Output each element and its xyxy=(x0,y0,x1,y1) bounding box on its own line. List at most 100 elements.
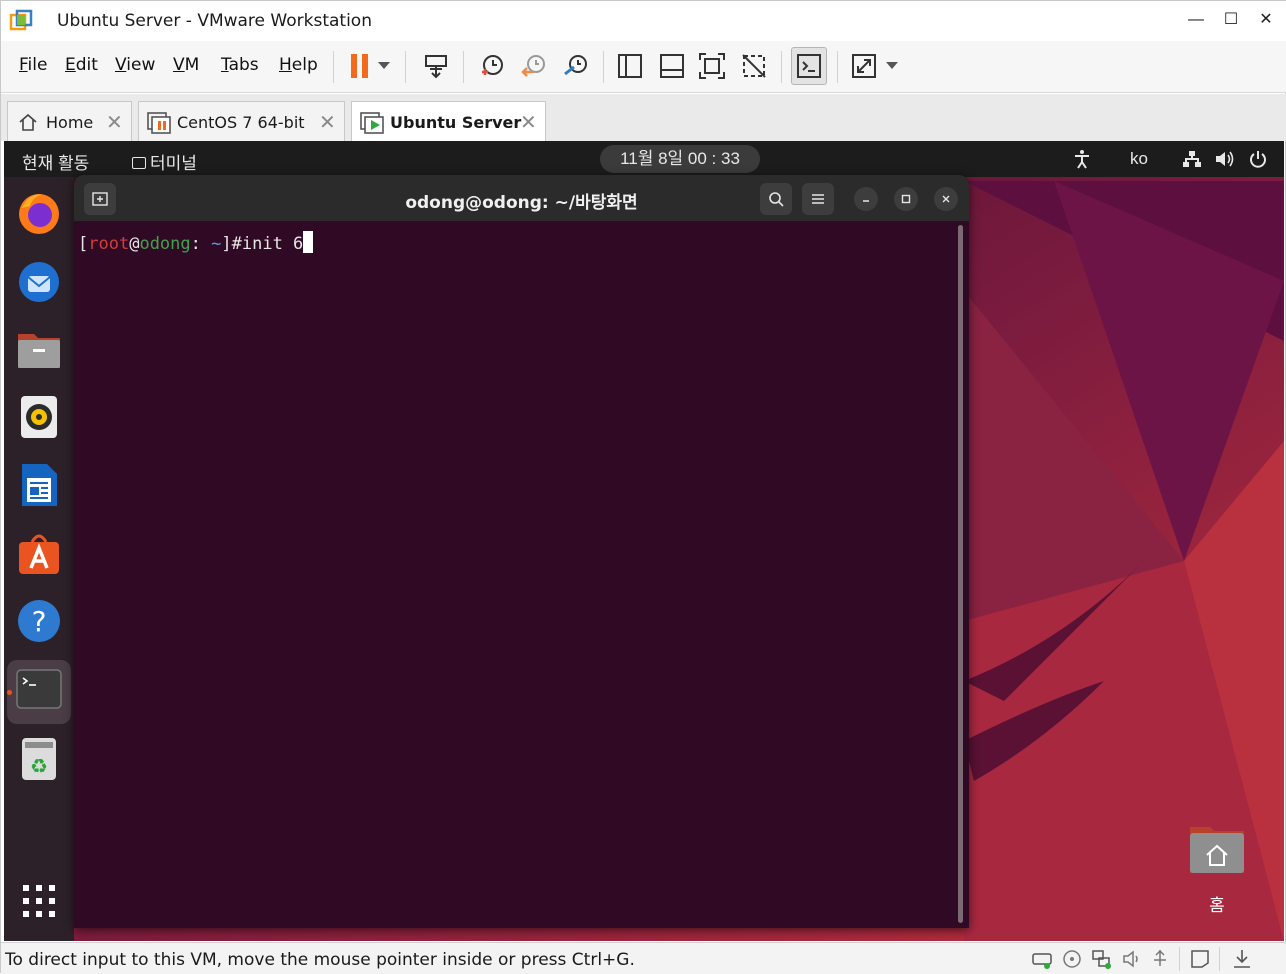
gnome-top-bar: 현재 활동 터미널 11월 8일 00 : 33 ko xyxy=(4,141,1284,177)
snapshot-manager-button[interactable] xyxy=(559,49,593,83)
terminal-output[interactable]: [root@odong: ~]#init 6 xyxy=(78,231,314,254)
files-folder-icon xyxy=(18,334,60,368)
toolbar-separator xyxy=(837,51,838,83)
firefox-icon xyxy=(19,194,59,234)
tab-close-icon[interactable]: ✕ xyxy=(106,110,123,135)
toolbar-separator xyxy=(463,51,464,83)
accessibility-icon[interactable] xyxy=(1072,149,1092,169)
desktop-home-label: 홈 xyxy=(1209,896,1225,915)
app-menu-terminal[interactable]: 터미널 xyxy=(132,149,197,174)
menu-edit[interactable]: Edit xyxy=(65,55,98,75)
terminal-window[interactable]: odong@odong: ~/바탕화면 [root@odong: ~]#init… xyxy=(74,175,969,928)
dock-thunderbird[interactable] xyxy=(15,257,63,305)
close-window-button[interactable]: ✕ xyxy=(1251,7,1281,33)
vm-paused-icon xyxy=(147,112,171,134)
desktop-home-folder[interactable]: 홈 xyxy=(1186,823,1248,915)
maximize-button[interactable]: ☐ xyxy=(1216,7,1246,33)
show-thumbnail-bar-button[interactable] xyxy=(655,49,689,83)
home-icon xyxy=(19,113,37,131)
tab-close-icon[interactable]: ✕ xyxy=(520,110,537,135)
dock-files[interactable] xyxy=(15,325,63,373)
console-view-button[interactable] xyxy=(791,47,827,85)
rhythmbox-speaker-icon xyxy=(21,396,57,438)
revert-snapshot-button[interactable] xyxy=(517,49,551,83)
dock-app-center[interactable] xyxy=(15,529,63,577)
status-separator xyxy=(1179,947,1180,971)
ubuntu-dock: ? ♻ xyxy=(4,177,74,941)
send-ctrl-alt-del-button[interactable] xyxy=(419,49,453,83)
prompt-user: root xyxy=(88,234,130,254)
maximize-icon xyxy=(901,194,911,204)
bottom-panel-layout-icon xyxy=(660,54,684,78)
title-bar: Ubuntu Server - VMware Workstation — ☐ ✕ xyxy=(1,1,1286,41)
menu-tabs[interactable]: Tabs xyxy=(221,55,259,75)
vm-guest-screen[interactable]: 현재 활동 터미널 11월 8일 00 : 33 ko ? ♻ odong@od… xyxy=(4,141,1284,941)
prompt-end: ]# xyxy=(221,234,242,254)
vm-running-icon xyxy=(360,112,384,134)
message-log-icon[interactable] xyxy=(1189,948,1211,970)
terminal-menu-button[interactable] xyxy=(802,183,834,215)
hamburger-menu-icon xyxy=(812,194,824,204)
vmware-logo-icon xyxy=(9,9,33,31)
prompt-separator: : xyxy=(190,234,212,254)
terminal-maximize-button[interactable] xyxy=(894,187,918,211)
menu-view[interactable]: View xyxy=(115,55,155,75)
activities-button[interactable]: 현재 활동 xyxy=(22,149,89,174)
app-grid-icon xyxy=(23,885,55,917)
full-screen-button[interactable] xyxy=(695,49,729,83)
sound-card-icon[interactable] xyxy=(1121,948,1143,970)
minimize-button[interactable]: — xyxy=(1181,7,1211,33)
clock-button[interactable]: 11월 8일 00 : 33 xyxy=(600,145,760,173)
menu-file[interactable]: File xyxy=(19,55,47,75)
terminal-close-button[interactable] xyxy=(934,187,958,211)
take-snapshot-button[interactable] xyxy=(475,49,509,83)
download-icon[interactable] xyxy=(1231,948,1253,970)
status-separator xyxy=(1219,947,1220,971)
power-dropdown-button[interactable] xyxy=(373,49,395,83)
terminal-title: odong@odong: ~/바탕화면 xyxy=(405,193,638,213)
stretch-guest-button[interactable] xyxy=(847,49,881,83)
thunderbird-icon xyxy=(19,262,59,302)
dock-terminal[interactable] xyxy=(15,665,63,713)
power-icon[interactable] xyxy=(1248,149,1268,169)
dock-firefox[interactable] xyxy=(15,189,63,237)
tab-centos[interactable]: CentOS 7 64-bit ✕ xyxy=(138,101,345,141)
tab-ubuntu-server[interactable]: Ubuntu Server ✕ xyxy=(351,101,546,141)
full-screen-icon xyxy=(699,53,725,79)
toolbar-separator xyxy=(781,51,782,83)
cd-dvd-icon[interactable] xyxy=(1061,948,1083,970)
dock-help[interactable]: ? xyxy=(15,597,63,645)
tab-bar: Home ✕ CentOS 7 64-bit ✕ Ubuntu Server ✕ xyxy=(1,94,1286,141)
terminal-minimize-button[interactable] xyxy=(854,187,878,211)
volume-icon[interactable] xyxy=(1214,149,1236,169)
terminal-search-button[interactable] xyxy=(760,183,792,215)
tab-close-icon[interactable]: ✕ xyxy=(319,110,336,135)
dock-rhythmbox[interactable] xyxy=(15,393,63,441)
app-center-bag-icon xyxy=(19,534,59,574)
stretch-dropdown-button[interactable] xyxy=(881,49,903,83)
snapshot-manager-icon xyxy=(564,55,587,76)
running-indicator xyxy=(7,690,12,695)
unity-mode-button[interactable] xyxy=(737,49,771,83)
dock-libreoffice-writer[interactable] xyxy=(15,461,63,509)
toolbar-separator xyxy=(603,51,604,83)
dock-trash[interactable]: ♻ xyxy=(15,735,63,783)
dock-show-applications[interactable] xyxy=(15,877,63,925)
network-wired-icon[interactable] xyxy=(1182,149,1202,169)
menu-help[interactable]: Help xyxy=(279,55,318,75)
prompt-host: odong xyxy=(139,234,191,254)
pause-button[interactable] xyxy=(343,49,377,83)
terminal-scrollbar[interactable] xyxy=(958,225,963,923)
show-library-button[interactable] xyxy=(613,49,647,83)
hard-disk-icon[interactable] xyxy=(1031,948,1053,970)
command-text: init 6 xyxy=(241,234,304,254)
tab-home[interactable]: Home ✕ xyxy=(7,101,132,141)
prompt-path: ~ xyxy=(211,234,222,254)
status-bar: To direct input to this VM, move the mou… xyxy=(1,942,1286,974)
input-source-indicator[interactable]: ko xyxy=(1130,149,1148,169)
usb-device-icon[interactable] xyxy=(1149,948,1171,970)
vmware-window: Ubuntu Server - VMware Workstation — ☐ ✕… xyxy=(0,0,1286,974)
network-adapter-icon[interactable] xyxy=(1091,948,1113,970)
toolbar-separator xyxy=(333,51,334,83)
menu-vm[interactable]: VM xyxy=(173,55,199,75)
